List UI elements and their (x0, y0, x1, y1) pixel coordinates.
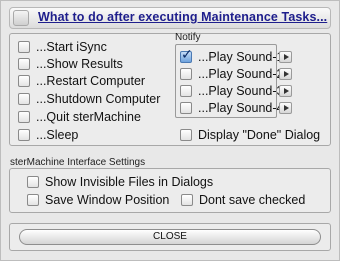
header-link[interactable]: What to do after executing Maintenance T… (38, 10, 327, 24)
checkbox[interactable] (18, 93, 30, 105)
checkbox[interactable] (18, 129, 30, 141)
play-sound-3-icon[interactable] (279, 85, 292, 97)
play-sound-4-icon[interactable] (279, 102, 292, 114)
after-tasks-window: What to do after executing Maintenance T… (0, 0, 340, 261)
checkbox[interactable] (27, 194, 39, 206)
close-panel: CLOSE (9, 223, 331, 251)
play-sound-2-icon[interactable] (279, 68, 292, 80)
interface-settings-panel: Show Invisible Files in Dialogs Save Win… (9, 168, 331, 213)
checkbox[interactable] (18, 75, 30, 87)
close-button[interactable]: CLOSE (19, 229, 321, 245)
checkbox[interactable] (181, 194, 193, 206)
checkbox[interactable] (18, 111, 30, 123)
interface-settings-title: sterMachine Interface Settings (10, 157, 146, 168)
checkbox-checked[interactable] (180, 47, 193, 63)
header-bar: What to do after executing Maintenance T… (9, 7, 331, 29)
checkbox[interactable] (180, 68, 192, 80)
checkbox[interactable] (180, 129, 192, 141)
apple-menu-icon[interactable] (13, 10, 29, 26)
checkbox[interactable] (180, 102, 192, 114)
checkbox[interactable] (27, 176, 39, 188)
checkbox[interactable] (18, 58, 30, 70)
checkbox[interactable] (18, 41, 30, 53)
notify-title: Notify (175, 32, 201, 43)
checkbox[interactable] (180, 85, 192, 97)
play-sound-1-icon[interactable] (279, 51, 292, 63)
